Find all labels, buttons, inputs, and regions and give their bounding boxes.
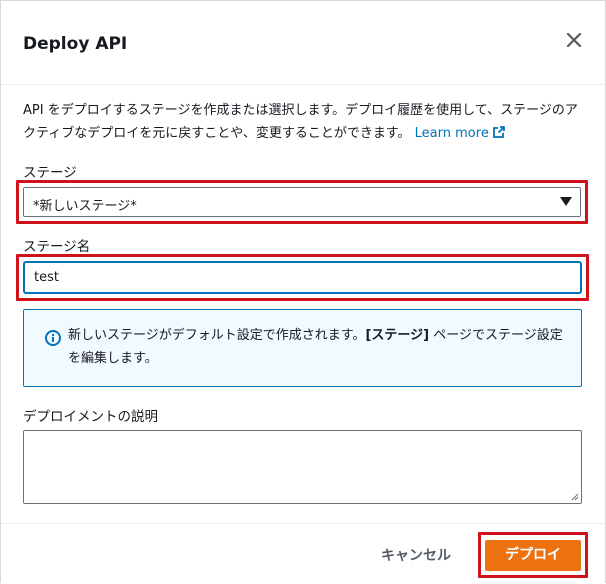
learn-more-link[interactable]: Learn more xyxy=(415,126,506,141)
caret-down-icon xyxy=(560,197,572,206)
resize-grip-icon[interactable] xyxy=(569,491,579,501)
stage-name-input[interactable] xyxy=(23,261,582,294)
info-text-bold: [ステージ] xyxy=(365,328,430,343)
close-button[interactable] xyxy=(561,27,587,53)
info-text-before: 新しいステージがデフォルト設定で作成されます。 xyxy=(68,328,366,343)
stage-select[interactable]: *新しいステージ* xyxy=(23,187,581,217)
dialog-header: Deploy API xyxy=(1,1,605,85)
deploy-description-label: デプロイメントの説明 xyxy=(23,409,158,425)
stage-label: ステージ xyxy=(23,165,77,181)
info-text: 新しいステージがデフォルト設定で作成されます。[ステージ] ページでステージ設定… xyxy=(68,324,568,370)
dialog-footer: キャンセル デプロイ xyxy=(1,523,605,584)
stage-name-label: ステージ名 xyxy=(23,239,91,255)
info-alert: 新しいステージがデフォルト設定で作成されます。[ステージ] ページでステージ設定… xyxy=(23,309,582,387)
dialog-title: Deploy API xyxy=(23,34,128,54)
deploy-api-dialog: Deploy API API をデプロイするステージを作成または選択します。デプ… xyxy=(0,0,606,584)
external-link-icon xyxy=(492,126,505,138)
dialog-description: API をデプロイするステージを作成または選択します。デプロイ履歴を使用して、ス… xyxy=(23,99,589,145)
deploy-button[interactable]: デプロイ xyxy=(485,540,581,571)
close-icon xyxy=(566,32,582,48)
stage-select-value: *新しいステージ* xyxy=(33,199,137,214)
info-icon xyxy=(45,330,61,346)
learn-more-label: Learn more xyxy=(414,126,489,141)
deploy-description-textarea[interactable] xyxy=(23,430,582,504)
cancel-button[interactable]: キャンセル xyxy=(370,544,462,568)
